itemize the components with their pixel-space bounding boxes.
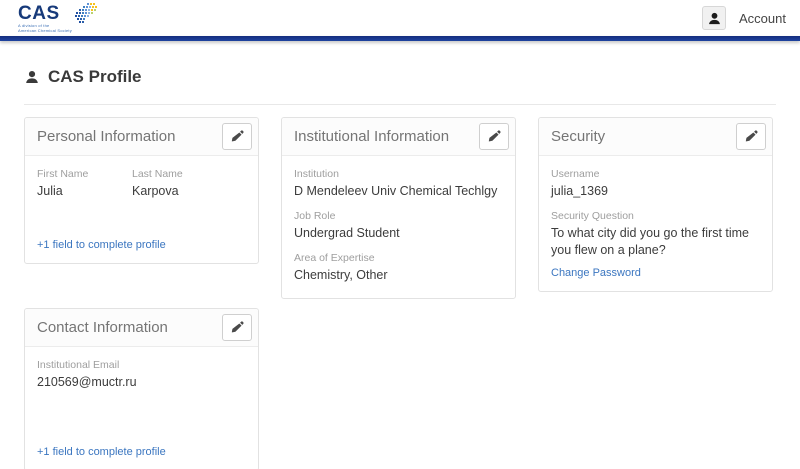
card-title: Personal Information [37,128,175,145]
institution-field: Institution D Mendeleev Univ Chemical Te… [294,168,503,200]
edit-contact-information-button[interactable] [222,314,252,341]
last-name-field: Last Name Karpova [132,168,222,200]
field-label: Institution [294,168,503,180]
pencil-icon [231,321,244,334]
contact-information-card-header: Contact Information [25,309,258,347]
personal-information-card-header: Personal Information [25,118,258,156]
card-title: Security [551,128,605,145]
cas-logo-tagline-line2: American Chemical Society [18,28,72,33]
institutional-information-card-body: Institution D Mendeleev Univ Chemical Te… [282,156,515,298]
page-title: CAS Profile [24,67,776,87]
person-icon [707,11,722,26]
edit-institutional-information-button[interactable] [479,123,509,150]
institutional-information-card: Institutional Information Institution D … [281,117,516,299]
field-label: Last Name [132,168,222,180]
field-value: Chemistry, Other [294,267,503,284]
personal-information-card-body: First Name Julia Last Name Karpova +1 fi… [25,156,258,263]
institutional-email-field: Institutional Email 210569@muctr.ru [37,359,246,391]
cas-logo[interactable]: CAS A division of the American Chemical … [18,4,100,33]
contact-information-card-body: Institutional Email 210569@muctr.ru +1 f… [25,347,258,469]
cas-logo-text: CAS [18,4,72,23]
field-label: First Name [37,168,127,180]
top-bar: CAS A division of the American Chemical … [0,0,800,36]
section-divider [24,104,776,105]
field-value: 210569@muctr.ru [37,374,246,391]
username-field: Username julia_1369 [551,168,760,200]
account-label[interactable]: Account [739,11,786,26]
security-question-field: Security Question To what city did you g… [551,210,760,259]
pencil-icon [745,130,758,143]
page-title-text: CAS Profile [48,67,142,87]
field-label: Area of Expertise [294,252,503,264]
main-content: CAS Profile Personal Information Fir [0,41,800,469]
field-value: Karpova [132,183,222,200]
person-icon [24,69,40,85]
field-label: Security Question [551,210,760,222]
pencil-icon [488,130,501,143]
change-password-link[interactable]: Change Password [551,267,760,279]
card-title: Contact Information [37,319,168,336]
institutional-information-card-header: Institutional Information [282,118,515,156]
field-value: To what city did you go the first time y… [551,225,760,259]
account-button[interactable] [702,6,726,30]
job-role-field: Job Role Undergrad Student [294,210,503,242]
edit-security-button[interactable] [736,123,766,150]
header-divider-bar [0,36,800,41]
profile-cards-grid: Personal Information First Name Julia [24,117,776,469]
complete-profile-link[interactable]: +1 field to complete profile [37,239,246,251]
field-label: Job Role [294,210,503,222]
edit-personal-information-button[interactable] [222,123,252,150]
field-value: Julia [37,183,127,200]
account-menu[interactable]: Account [702,6,786,30]
personal-information-card: Personal Information First Name Julia [24,117,259,264]
security-card: Security Username julia_1369 Security Qu… [538,117,773,292]
field-value: D Mendeleev Univ Chemical Techlgy [294,183,503,200]
field-value: Undergrad Student [294,225,503,242]
contact-information-card: Contact Information Institutional Email … [24,308,259,469]
security-card-body: Username julia_1369 Security Question To… [539,156,772,291]
field-label: Institutional Email [37,359,246,371]
area-of-expertise-field: Area of Expertise Chemistry, Other [294,252,503,284]
pencil-icon [231,130,244,143]
complete-profile-link[interactable]: +1 field to complete profile [37,446,246,458]
card-title: Institutional Information [294,128,449,145]
first-name-field: First Name Julia [37,168,127,200]
molecule-dots-icon [74,3,100,27]
field-value: julia_1369 [551,183,760,200]
field-label: Username [551,168,760,180]
security-card-header: Security [539,118,772,156]
